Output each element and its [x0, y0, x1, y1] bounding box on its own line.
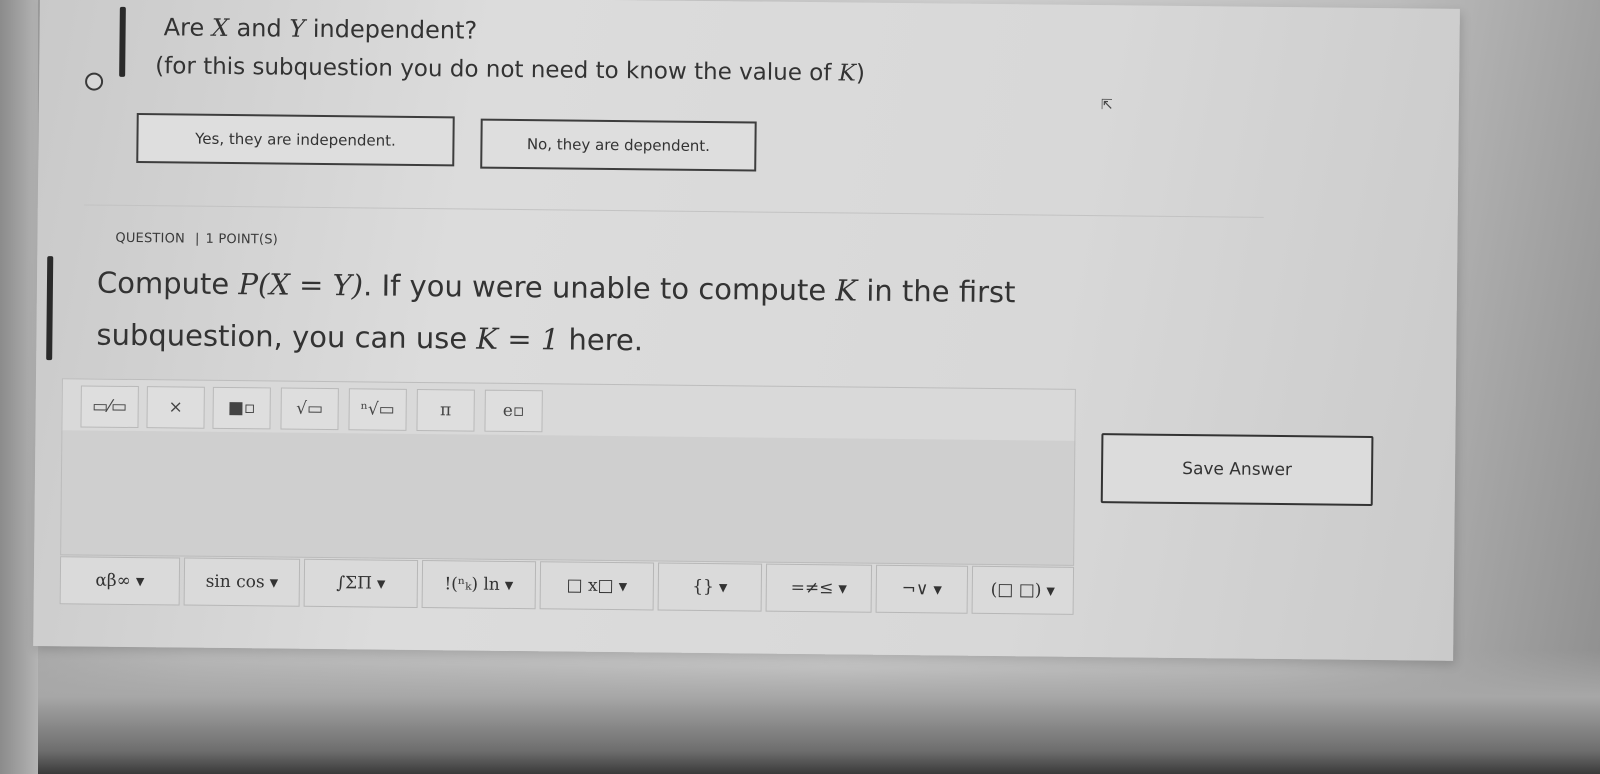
left-edge	[0, 0, 38, 774]
meta-separator: |	[194, 231, 200, 247]
save-answer-button[interactable]: Save Answer	[1100, 433, 1374, 506]
matrix-icon: (□ □)	[990, 579, 1042, 601]
chevron-down-icon: ▼	[718, 580, 728, 594]
logic-dropdown[interactable]: ¬∨ ▼	[875, 564, 969, 614]
relations-icon: =≠≤	[790, 577, 834, 599]
calculus-dropdown[interactable]: ∫ΣΠ ▼	[303, 558, 419, 608]
question-meta: QUESTION | 1 POINT(S)	[115, 231, 278, 248]
question-points: 1 POINT(S)	[205, 231, 279, 248]
question-text: Compute P(X = Y). If you were unable to …	[96, 265, 1016, 358]
trig-functions-dropdown[interactable]: sin cos ▼	[183, 557, 301, 607]
chevron-down-icon: ▼	[504, 578, 514, 592]
chevron-down-icon: ▼	[135, 574, 145, 588]
section-divider	[83, 204, 1264, 218]
question-page: Are X and Y independent? (for this subqu…	[33, 0, 1460, 661]
fraction-icon[interactable]: ▭⁄▭	[80, 385, 139, 429]
question-marker-bar	[46, 256, 54, 361]
matrix-dropdown[interactable]: (□ □) ▼	[971, 565, 1075, 615]
subquestion-marker-bar	[119, 6, 126, 77]
chevron-down-icon: ▼	[1046, 584, 1056, 598]
combinatorics-dropdown[interactable]: !(ⁿₖ) ln ▼	[421, 560, 537, 610]
answer-dependent-button[interactable]: No, they are dependent.	[480, 118, 757, 172]
multiply-icon[interactable]: ×	[146, 386, 205, 429]
chevron-down-icon: ▼	[376, 577, 386, 591]
combinatorics-icon: !(ⁿₖ) ln	[444, 574, 500, 595]
chevron-down-icon: ▼	[838, 581, 847, 595]
relations-dropdown[interactable]: =≠≤ ▼	[765, 563, 873, 613]
subscript-dropdown[interactable]: □ x□ ▼	[539, 561, 655, 611]
editor-toolbar-bottom: αβ∞ ▼ sin cos ▼ ∫ΣΠ ▼ !(ⁿₖ) ln ▼ □ x□ ▼ {} ▼ =…	[59, 554, 1075, 617]
answer-independent-button[interactable]: Yes, they are independent.	[136, 113, 455, 167]
subquestion-radio-marker[interactable]	[84, 72, 104, 91]
math-answer-editor: ▭⁄▭ × ■▫ √▭ ⁿ√▭ π e▫ αβ∞ ▼ sin cos ▼ ∫ΣΠ ▼ …	[59, 378, 1076, 617]
square-root-icon[interactable]: √▭	[280, 387, 339, 431]
answer-input-area[interactable]	[60, 430, 1076, 566]
logic-icon: ¬∨	[901, 579, 929, 600]
subquestion-hint: (for this subquestion you do not need to…	[155, 53, 866, 87]
trig-functions-icon: sin cos	[205, 571, 265, 593]
chevron-down-icon: ▼	[269, 575, 279, 590]
pi-icon[interactable]: π	[416, 388, 475, 432]
calculus-icon: ∫ΣΠ	[336, 573, 373, 594]
question-label: QUESTION	[115, 230, 186, 247]
mouse-pointer-icon: ⇱	[1100, 97, 1113, 114]
superscript-icon[interactable]: ■▫	[212, 386, 271, 430]
exponential-icon[interactable]: e▫	[484, 389, 543, 433]
braces-icon: {}	[692, 576, 715, 598]
chevron-down-icon: ▼	[933, 582, 942, 596]
subscript-icon: □ x□	[566, 575, 614, 597]
chevron-down-icon: ▼	[618, 579, 628, 593]
subquestion-title: Are X and Y independent?	[163, 13, 478, 45]
greek-letters-dropdown[interactable]: αβ∞ ▼	[59, 556, 181, 606]
braces-dropdown[interactable]: {} ▼	[657, 562, 763, 612]
greek-letters-icon: αβ∞	[95, 570, 131, 591]
nth-root-icon[interactable]: ⁿ√▭	[348, 388, 407, 431]
